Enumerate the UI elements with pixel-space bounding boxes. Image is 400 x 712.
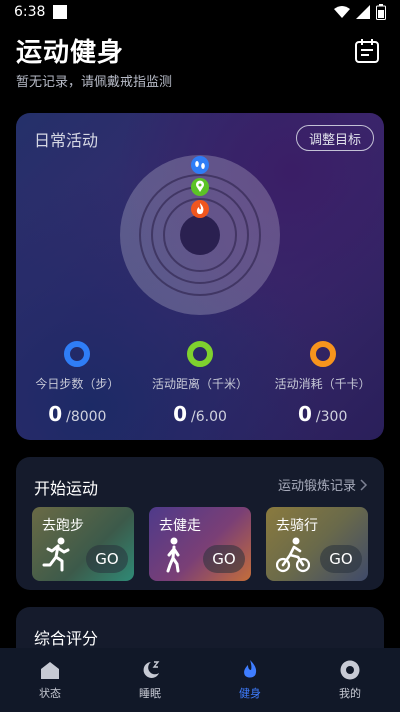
- stat-value: 0 /8000: [48, 402, 106, 426]
- stat-current: 0: [297, 402, 312, 426]
- steps-ring-icon: [64, 341, 91, 367]
- status-icons: [334, 4, 386, 20]
- bottom-nav: 状态 睡眠 健身 我的: [0, 648, 400, 712]
- stat-current: 0: [48, 402, 63, 426]
- nav-status[interactable]: 状态: [0, 648, 100, 712]
- status-time: 6:38: [14, 4, 46, 20]
- moon-zzz-icon: [143, 661, 160, 678]
- run-go-button[interactable]: GO: [86, 545, 128, 573]
- page-subtitle: 暂无记录，请佩戴戒指监测: [16, 75, 173, 90]
- cycle-tile[interactable]: 去骑行 GO: [266, 507, 368, 581]
- nav-fitness[interactable]: 健身: [200, 648, 300, 712]
- cycle-label: 去骑行: [276, 518, 318, 534]
- nav-profile-label: 我的: [339, 687, 361, 700]
- start-exercise-card: 开始运动 运动锻炼记录 去跑步 GO 去健走 GO 去骑行 GO: [16, 457, 384, 590]
- header: 运动健身 暂无记录，请佩戴戒指监测: [16, 32, 384, 92]
- activity-rings: [120, 155, 280, 315]
- status-bar: 6:38: [0, 0, 400, 24]
- walk-go-button[interactable]: GO: [203, 545, 245, 573]
- battery-icon: [376, 4, 386, 20]
- stat-calories: 活动消耗（千卡） 0 /300: [261, 341, 384, 426]
- cycle-go-button[interactable]: GO: [320, 545, 362, 573]
- adjust-goal-button[interactable]: 调整目标: [296, 125, 374, 151]
- walking-person-icon: [166, 537, 180, 573]
- page-title: 运动健身: [16, 38, 125, 68]
- footsteps-icon: [191, 156, 209, 174]
- walk-label: 去健走: [159, 518, 201, 534]
- exercise-record-link[interactable]: 运动锻炼记录: [278, 475, 368, 494]
- wifi-icon: [334, 6, 350, 18]
- profile-icon: [340, 660, 360, 680]
- daily-activity-card[interactable]: 日常活动 调整目标 今日步数（步） 0 /8000 活动距离（千米） 0 /6.…: [16, 113, 384, 440]
- running-person-icon: [42, 537, 70, 572]
- overall-score-title: 综合评分: [34, 629, 99, 648]
- nav-profile[interactable]: 我的: [300, 648, 400, 712]
- nav-status-label: 状态: [39, 687, 61, 700]
- calendar-icon[interactable]: [354, 38, 380, 64]
- location-pin-icon: [191, 178, 209, 196]
- notification-icon: [53, 5, 68, 19]
- stat-value: 0 /6.00: [173, 402, 227, 426]
- stat-label: 今日步数（步）: [35, 377, 120, 391]
- distance-ring-icon: [187, 341, 213, 367]
- stat-label: 活动距离（千米）: [152, 377, 249, 391]
- nav-fitness-label: 健身: [239, 687, 261, 700]
- stat-goal: /6.00: [191, 409, 227, 425]
- start-exercise-title: 开始运动: [34, 479, 99, 498]
- stat-value: 0 /300: [298, 402, 347, 426]
- stat-goal: /300: [315, 409, 348, 425]
- activity-stats: 今日步数（步） 0 /8000 活动距离（千米） 0 /6.00 活动消耗（千卡…: [16, 341, 384, 426]
- record-link-label: 运动锻炼记录: [277, 479, 356, 494]
- nav-sleep[interactable]: 睡眠: [100, 648, 200, 712]
- house-icon: [41, 662, 59, 679]
- run-label: 去跑步: [42, 518, 84, 534]
- chevron-right-icon: [360, 478, 368, 491]
- daily-activity-title: 日常活动: [34, 131, 99, 150]
- cycling-person-icon: [276, 537, 310, 573]
- stat-goal: /8000: [66, 409, 107, 425]
- stat-current: 0: [173, 402, 188, 426]
- signal-icon: [356, 5, 370, 19]
- run-tile[interactable]: 去跑步 GO: [32, 507, 134, 581]
- stat-label: 活动消耗（千卡）: [274, 377, 371, 391]
- stat-steps: 今日步数（步） 0 /8000: [16, 341, 139, 426]
- nav-sleep-label: 睡眠: [139, 687, 161, 700]
- flame-icon: [191, 200, 209, 218]
- stat-distance: 活动距离（千米） 0 /6.00: [139, 341, 262, 426]
- walk-tile[interactable]: 去健走 GO: [149, 507, 251, 581]
- calories-ring-icon: [309, 341, 336, 367]
- flame-icon: [244, 660, 257, 678]
